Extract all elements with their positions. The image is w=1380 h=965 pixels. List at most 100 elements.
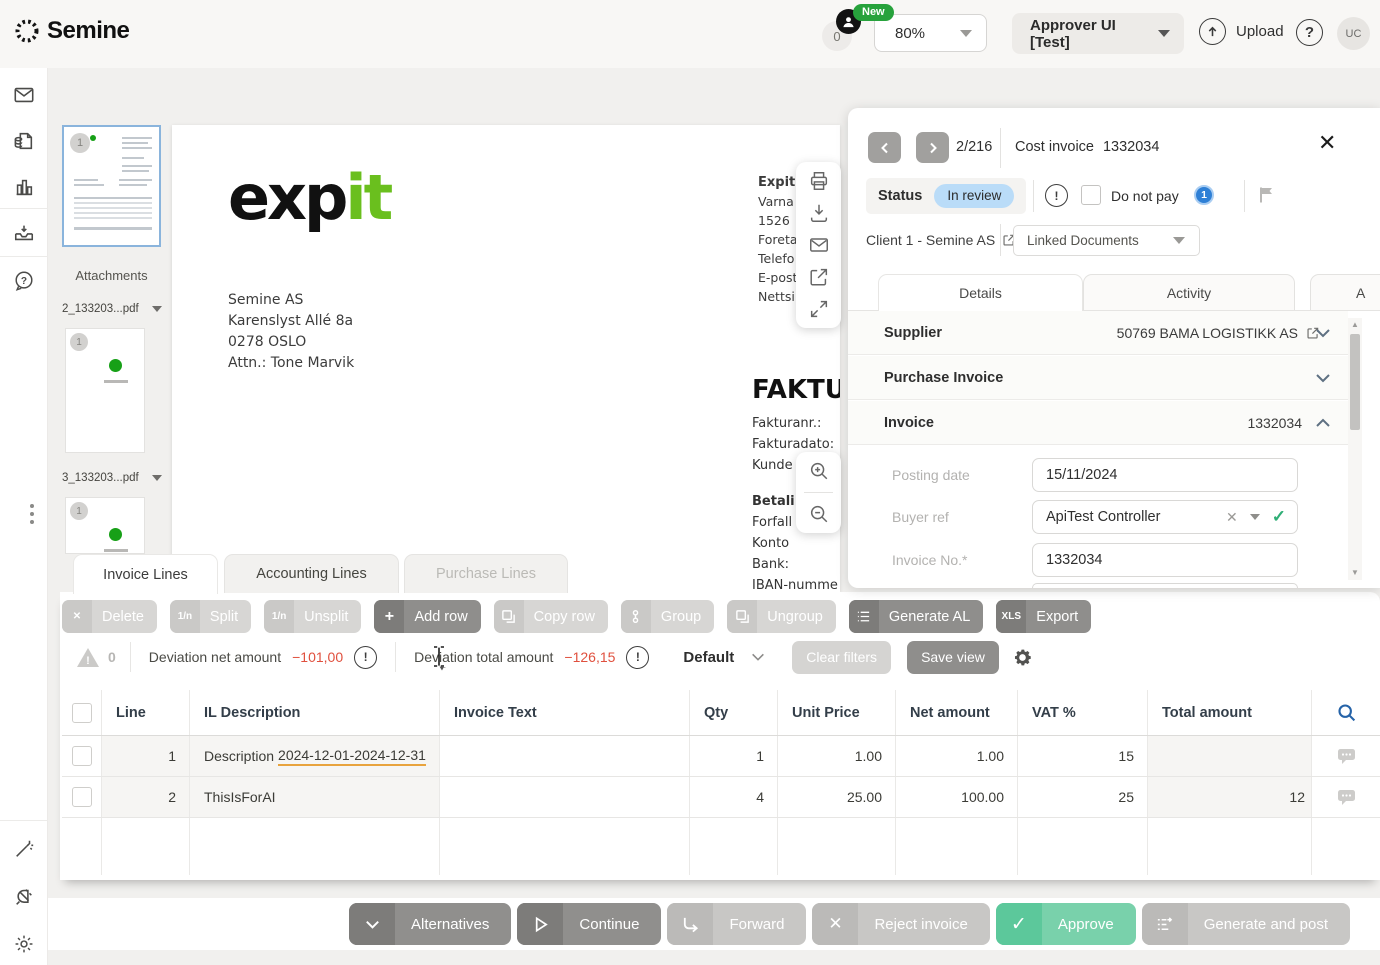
open-external-icon[interactable] [808,266,830,288]
email-icon[interactable] [808,234,830,256]
cell-invoice-text[interactable] [440,777,690,817]
zoom-in-icon[interactable] [808,460,830,482]
zoom-level-select[interactable]: 80% [874,14,987,52]
download-icon[interactable] [808,202,830,224]
inbox-icon[interactable] [13,222,35,244]
reject-invoice-button[interactable]: ✕ Reject invoice [812,903,989,945]
cell-qty[interactable]: 1 [690,736,778,776]
search-icon[interactable] [1336,702,1357,723]
ungroup-button[interactable]: Ungroup [727,600,836,633]
export-button[interactable]: XLS Export [996,600,1091,633]
approve-button[interactable]: ✓ Approve [996,903,1136,945]
sidebar-separator [0,820,48,821]
deviation-total-info-icon[interactable]: ! [626,646,649,669]
row-checkbox[interactable] [72,787,92,807]
cell-vat[interactable]: 15 [1018,736,1148,776]
cell-invoice-text[interactable] [440,736,690,776]
tab-activity[interactable]: Activity [1083,274,1295,311]
cell-net-amount[interactable]: 1.00 [896,736,1018,776]
zoom-out-icon[interactable] [808,503,830,525]
cell-net-amount[interactable]: 100.00 [896,777,1018,817]
scroll-down-icon[interactable]: ▼ [1351,566,1359,580]
flag-icon[interactable] [1256,185,1276,205]
panel-scrollbar[interactable]: ▲ ▼ [1348,318,1362,580]
split-button[interactable]: 1/n Split [170,600,251,633]
generate-and-post-button[interactable]: Generate and post [1142,903,1350,945]
settings-gear-icon[interactable] [13,933,35,955]
next-invoice-button[interactable] [916,132,949,163]
tab-invoice-lines[interactable]: Invoice Lines [73,554,218,594]
chevron-down-icon[interactable] [750,649,766,665]
magic-wand-icon[interactable] [13,838,35,860]
panel-resize-handle[interactable] [30,504,34,524]
attachment-thumbnail[interactable]: 1 [65,497,145,554]
tab-accounting[interactable]: A [1310,274,1380,311]
table-settings-gear-icon[interactable] [1012,647,1033,668]
do-not-pay-count-badge[interactable]: 1 [1194,185,1214,205]
status-info-icon[interactable]: ! [1045,184,1068,207]
comment-icon[interactable] [1337,789,1356,806]
generate-al-button[interactable]: Generate AL [849,600,983,633]
deviation-net-info-icon[interactable]: ! [354,646,377,669]
linked-documents-dropdown[interactable]: Linked Documents [1013,225,1200,256]
view-selector-value[interactable]: Default [683,649,734,666]
do-not-pay-checkbox[interactable] [1081,185,1101,205]
close-icon[interactable]: ✕ [1318,132,1336,154]
document-page-thumbnail[interactable]: 1 [62,125,161,247]
chevron-down-icon[interactable] [1250,514,1260,520]
cell-il-description[interactable]: Description 2024-12-01-2024-12-31 [190,736,440,776]
svg-text:!: ! [86,655,90,667]
upload-button[interactable]: Upload [1199,18,1284,45]
attachment-file-row[interactable]: 3_133203...pdf [62,472,164,484]
alternatives-button[interactable]: Alternatives [349,903,511,945]
buyer-ref-input[interactable]: ApiTest Controller ✕ ✓ [1032,500,1298,534]
invoice-lines-table: Line IL Description Invoice Text Qty Uni… [62,690,1380,875]
plug-icon[interactable] [13,886,35,908]
help-bubble-icon[interactable]: ? [13,270,35,292]
tab-purchase-lines[interactable]: Purchase Lines [404,554,568,593]
continue-button[interactable]: Continue [517,903,661,945]
scroll-up-icon[interactable]: ▲ [1351,318,1359,332]
clear-icon[interactable]: ✕ [1226,509,1238,526]
print-icon[interactable] [808,170,830,192]
cell-unit-price[interactable]: 1.00 [778,736,896,776]
clear-filters-button[interactable]: Clear filters [792,641,891,674]
tab-details[interactable]: Details [878,274,1083,311]
reports-icon[interactable] [13,176,35,198]
chevron-up-icon[interactable] [1314,414,1332,432]
forward-button[interactable]: Forward [667,903,806,945]
select-all-checkbox[interactable] [72,703,92,723]
previous-invoice-button[interactable] [868,132,901,163]
group-button[interactable]: Group [621,600,714,633]
mail-icon[interactable] [13,84,35,106]
client-link[interactable]: Client 1 - Semine AS [866,232,1016,248]
scrollbar-thumb[interactable] [1350,334,1360,430]
help-button[interactable]: ? [1296,19,1323,46]
brand-logo[interactable]: Semine [14,17,129,45]
user-initials-avatar[interactable]: UC [1337,17,1370,50]
chevron-down-icon[interactable] [1314,369,1332,387]
section-invoice[interactable]: Invoice 1332034 [848,401,1348,445]
section-supplier[interactable]: Supplier 50769 BAMA LOGISTIKK AS [848,311,1348,355]
delete-button[interactable]: ✕ Delete [62,600,157,633]
add-row-button[interactable]: + Add row [374,600,480,633]
invoice-no-input[interactable]: 1332034 [1032,543,1298,577]
chevron-down-icon[interactable] [1314,324,1332,342]
cell-qty[interactable]: 4 [690,777,778,817]
section-purchase-invoice[interactable]: Purchase Invoice [848,356,1348,400]
posting-date-input[interactable]: 15/11/2024 [1032,458,1298,492]
cell-vat[interactable]: 25 [1018,777,1148,817]
cell-il-description[interactable]: ThisIsForAI [190,777,440,817]
attachment-thumbnail[interactable]: 1 [65,328,145,453]
cell-unit-price[interactable]: 25.00 [778,777,896,817]
role-selector[interactable]: Approver UI [Test] [1012,13,1184,54]
row-checkbox[interactable] [72,746,92,766]
copy-row-button[interactable]: Copy row [494,600,608,633]
comment-icon[interactable] [1337,748,1356,765]
fullscreen-icon[interactable] [808,298,830,320]
save-view-button[interactable]: Save view [907,641,999,674]
unsplit-button[interactable]: 1/n Unsplit [264,600,361,633]
tab-accounting-lines[interactable]: Accounting Lines [224,554,399,593]
attachment-file-row[interactable]: 2_133203...pdf [62,303,164,315]
invoices-icon[interactable] [13,130,35,152]
